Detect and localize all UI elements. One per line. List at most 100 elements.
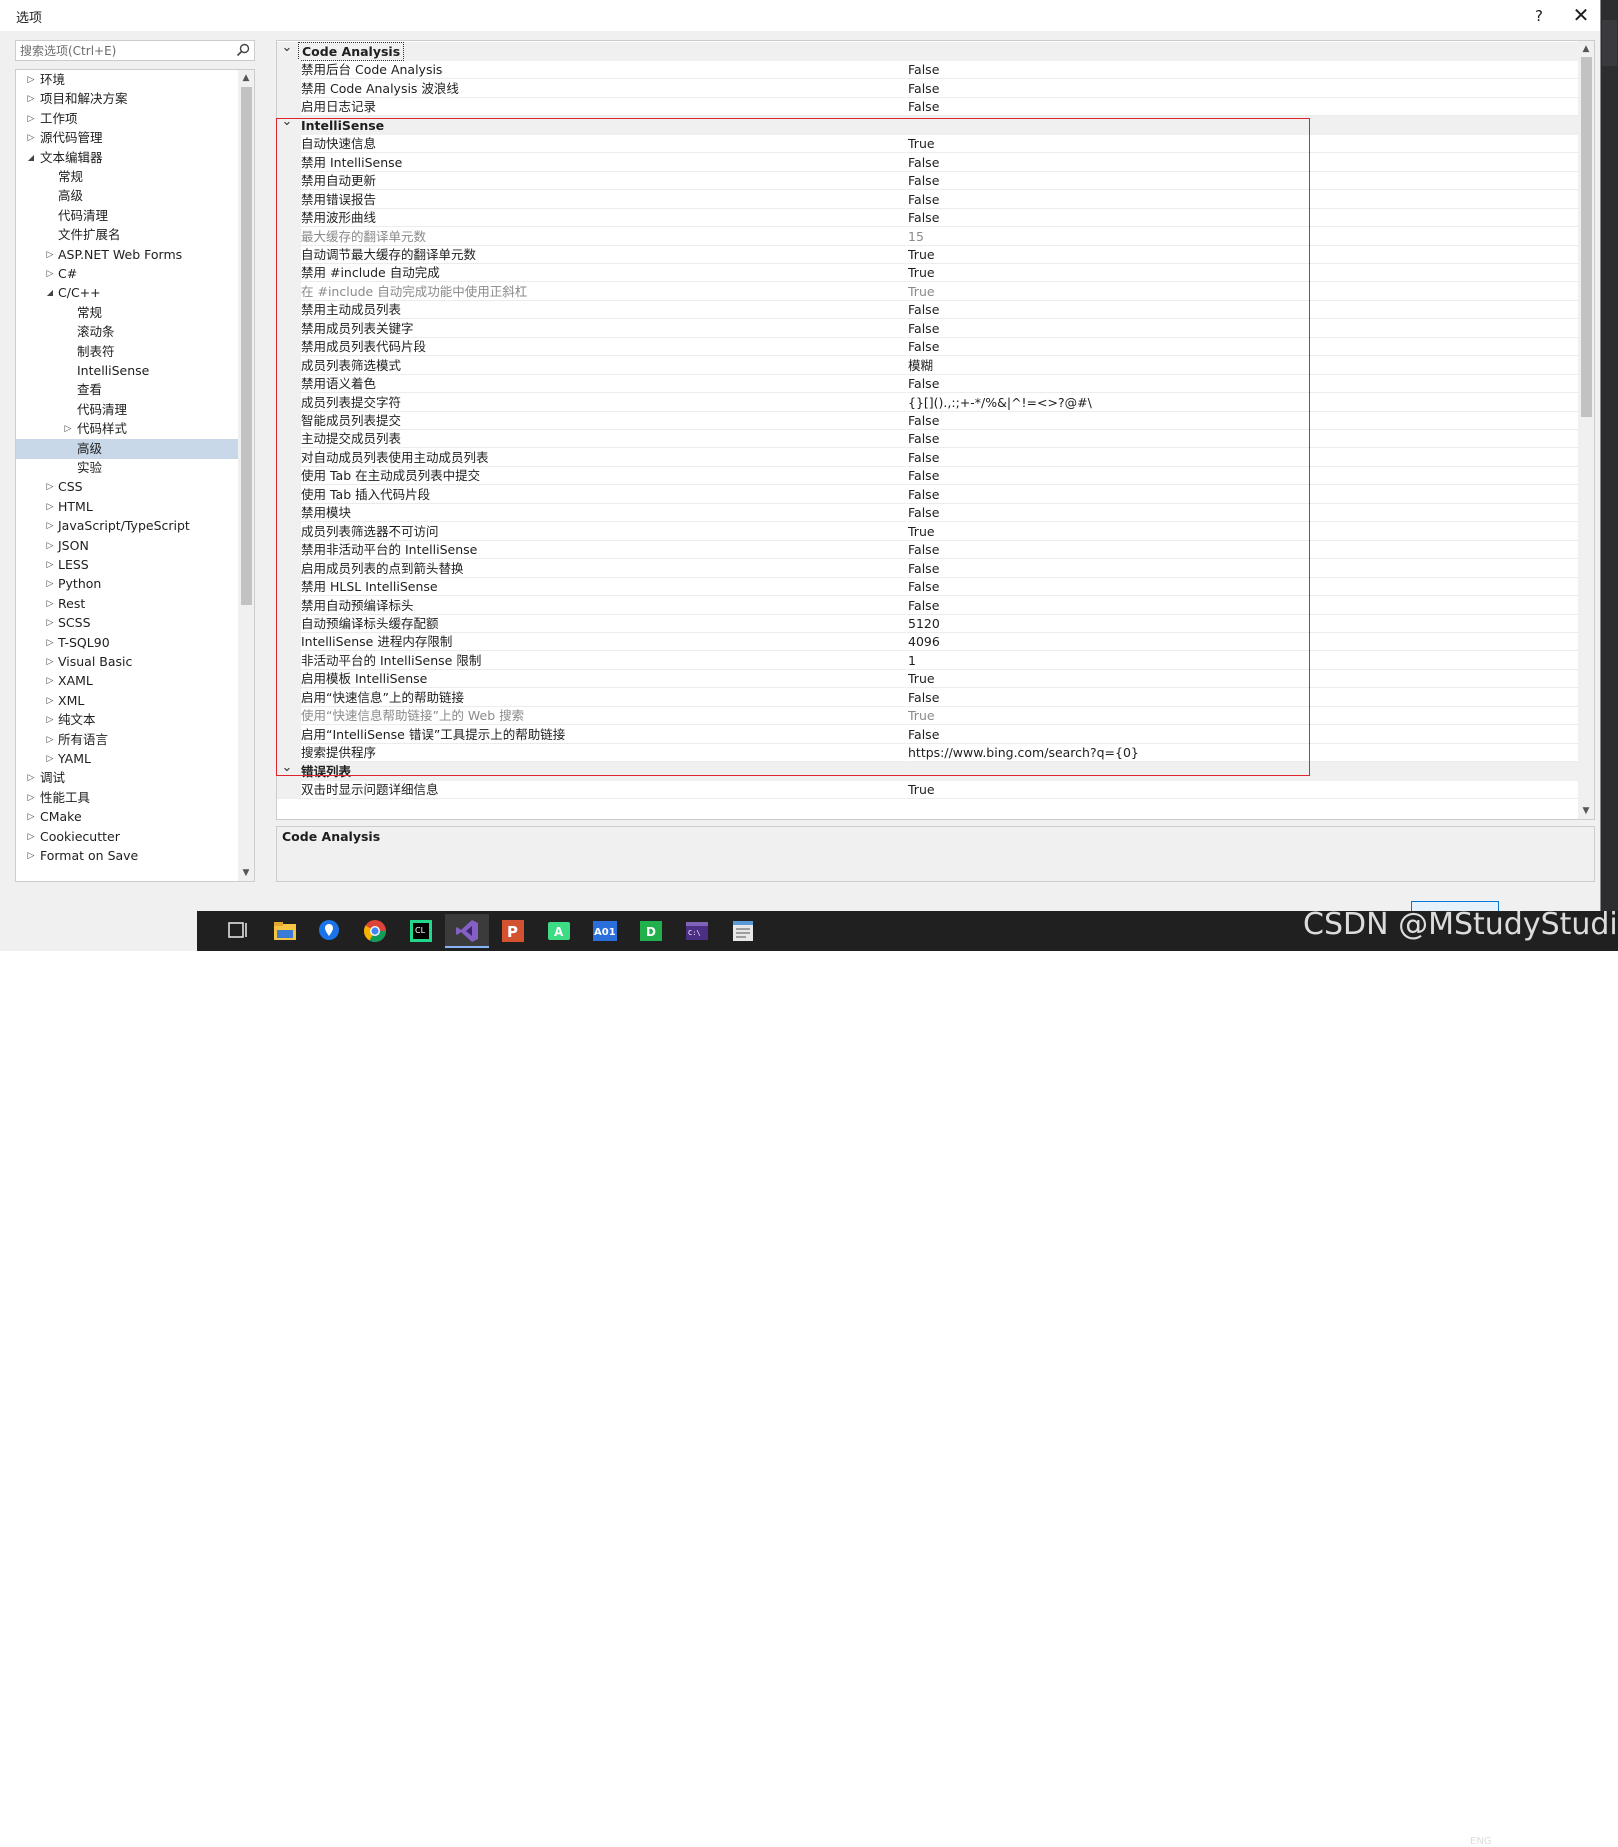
property-row[interactable]: 禁用主动成员列表 False <box>277 300 1578 320</box>
property-name[interactable]: 在 #include 自动完成功能中使用正斜杠 <box>301 282 906 301</box>
tree-item[interactable]: ▷ JavaScript/TypeScript <box>16 516 238 536</box>
tree-item[interactable]: 实验 <box>16 458 238 478</box>
property-row[interactable]: 启用日志记录 False <box>277 97 1578 117</box>
property-name[interactable]: 禁用自动预编译标头 <box>301 596 906 615</box>
help-button[interactable]: ? <box>1526 4 1552 28</box>
property-name[interactable]: 成员列表提交字符 <box>301 393 906 412</box>
property-row[interactable]: 最大缓存的翻译单元数 15 <box>277 226 1578 246</box>
property-name[interactable]: 双击时显示问题详细信息 <box>301 780 906 799</box>
property-row[interactable]: 禁用 #include 自动完成 True <box>277 263 1578 283</box>
property-value[interactable]: False <box>907 190 1578 209</box>
property-value[interactable]: False <box>907 596 1578 615</box>
collapsed-arrow-icon[interactable]: ▷ <box>26 788 36 808</box>
property-row[interactable]: 禁用后台 Code Analysis False <box>277 60 1578 80</box>
property-row[interactable]: 禁用错误报告 False <box>277 189 1578 209</box>
tree-item[interactable]: ▷ Format on Save <box>16 846 238 866</box>
collapsed-arrow-icon[interactable]: ▷ <box>26 109 36 129</box>
collapsed-arrow-icon[interactable]: ▷ <box>26 807 36 827</box>
property-value[interactable]: False <box>907 466 1578 486</box>
property-value[interactable]: False <box>907 503 1578 523</box>
property-value[interactable]: True <box>907 780 1578 799</box>
taskbar-button[interactable]: A <box>537 914 581 948</box>
property-name[interactable]: 启用模板 IntelliSense <box>301 669 906 689</box>
category-row[interactable]: ⌄ Code Analysis <box>277 41 1578 61</box>
property-name[interactable]: 禁用 HLSL IntelliSense <box>301 577 906 597</box>
scroll-down-icon[interactable]: ▼ <box>1578 803 1594 819</box>
taskbar-button[interactable]: A01 <box>583 914 627 948</box>
grid-scrollbar[interactable]: ▲ ▼ <box>1578 41 1594 819</box>
property-name[interactable]: 禁用错误报告 <box>301 190 906 209</box>
property-row[interactable]: 成员列表筛选器不可访问 True <box>277 521 1578 541</box>
property-name[interactable]: 禁用模块 <box>301 503 906 523</box>
collapsed-arrow-icon[interactable]: ▷ <box>45 671 55 691</box>
taskbar-button[interactable] <box>445 914 489 948</box>
property-name[interactable]: 主动提交成员列表 <box>301 429 906 449</box>
property-name[interactable]: 禁用波形曲线 <box>301 208 906 228</box>
taskbar-button[interactable]: D <box>629 914 673 948</box>
property-value[interactable]: True <box>907 706 1578 726</box>
property-row[interactable]: 启用成员列表的点到箭头替换 False <box>277 558 1578 578</box>
property-value[interactable]: 5120 <box>907 614 1578 633</box>
property-value[interactable]: False <box>907 540 1578 560</box>
property-value[interactable]: False <box>907 485 1578 504</box>
tree-item[interactable]: ▷ C# <box>16 264 238 284</box>
options-search-box[interactable] <box>15 40 255 61</box>
collapsed-arrow-icon[interactable]: ▷ <box>26 768 36 788</box>
property-row[interactable]: 智能成员列表提交 False <box>277 411 1578 430</box>
property-name[interactable]: 禁用成员列表关键字 <box>301 319 906 338</box>
tree-item[interactable]: ◢ C/C++ <box>16 283 238 303</box>
property-value[interactable]: False <box>907 725 1578 744</box>
tree-item[interactable]: ▷ 代码样式 <box>16 419 238 439</box>
tree-item[interactable]: ▷ CSS <box>16 477 238 497</box>
taskbar-button[interactable]: CL <box>399 914 443 948</box>
search-input[interactable] <box>16 41 234 60</box>
property-row[interactable]: 禁用模块 False <box>277 503 1578 523</box>
property-name[interactable]: 自动快速信息 <box>301 134 906 154</box>
collapsed-arrow-icon[interactable]: ▷ <box>45 691 55 711</box>
collapsed-arrow-icon[interactable]: ▷ <box>45 245 55 265</box>
tree-item[interactable]: IntelliSense <box>16 361 238 381</box>
property-name[interactable]: 自动预编译标头缓存配额 <box>301 614 906 633</box>
property-name[interactable]: 禁用 #include 自动完成 <box>301 263 906 283</box>
collapsed-arrow-icon[interactable]: ▷ <box>63 419 73 439</box>
scroll-down-icon[interactable]: ▼ <box>238 865 254 881</box>
property-row[interactable]: 禁用自动预编译标头 False <box>277 595 1578 615</box>
property-value[interactable]: True <box>907 245 1578 264</box>
property-name[interactable]: 成员列表筛选模式 <box>301 356 906 375</box>
property-name[interactable]: 禁用成员列表代码片段 <box>301 337 906 357</box>
property-value[interactable]: True <box>907 263 1578 283</box>
property-value[interactable]: False <box>907 97 1578 117</box>
property-value[interactable]: False <box>907 153 1578 172</box>
property-row[interactable]: 对自动成员列表使用主动成员列表 False <box>277 447 1578 467</box>
tree-item[interactable]: 代码清理 <box>16 206 238 226</box>
collapsed-arrow-icon[interactable]: ▷ <box>45 477 55 497</box>
property-row[interactable]: 在 #include 自动完成功能中使用正斜杠 True <box>277 281 1578 301</box>
tree-item[interactable]: ▷ Cookiecutter <box>16 827 238 847</box>
collapsed-arrow-icon[interactable]: ▷ <box>45 516 55 536</box>
property-name[interactable]: 禁用语义着色 <box>301 374 906 394</box>
collapsed-arrow-icon[interactable]: ▷ <box>45 555 55 575</box>
taskbar-button[interactable]: C:\ <box>675 914 719 948</box>
property-row[interactable]: 成员列表筛选模式 模糊 <box>277 355 1578 375</box>
property-value[interactable]: False <box>907 79 1578 98</box>
scroll-up-icon[interactable]: ▲ <box>238 70 254 86</box>
collapsed-arrow-icon[interactable]: ▷ <box>26 70 36 90</box>
property-value[interactable]: False <box>907 60 1578 80</box>
expanded-arrow-icon[interactable]: ◢ <box>26 148 36 168</box>
property-row[interactable]: 启用“IntelliSense 错误”工具提示上的帮助链接 False <box>277 724 1578 744</box>
tree-scroll-thumb[interactable] <box>241 87 252 605</box>
property-name[interactable]: 禁用 IntelliSense <box>301 153 906 172</box>
tree-item[interactable]: ▷ Rest <box>16 594 238 614</box>
property-row[interactable]: 禁用 HLSL IntelliSense False <box>277 577 1578 597</box>
tree-item[interactable]: 常规 <box>16 303 238 323</box>
property-name[interactable]: 使用“快速信息帮助链接”上的 Web 搜索 <box>301 706 906 726</box>
property-row[interactable]: 非活动平台的 IntelliSense 限制 1 <box>277 650 1578 670</box>
property-value[interactable]: 模糊 <box>907 356 1578 375</box>
tree-item[interactable]: ▷ 项目和解决方案 <box>16 89 238 109</box>
property-row[interactable]: 禁用 IntelliSense False <box>277 152 1578 172</box>
property-name[interactable]: 成员列表筛选器不可访问 <box>301 522 906 541</box>
tree-item[interactable]: ▷ LESS <box>16 555 238 575</box>
category-collapse-icon[interactable]: ⌄ <box>281 758 293 777</box>
property-row[interactable]: 自动快速信息 True <box>277 134 1578 154</box>
property-value[interactable]: 4096 <box>907 632 1578 652</box>
